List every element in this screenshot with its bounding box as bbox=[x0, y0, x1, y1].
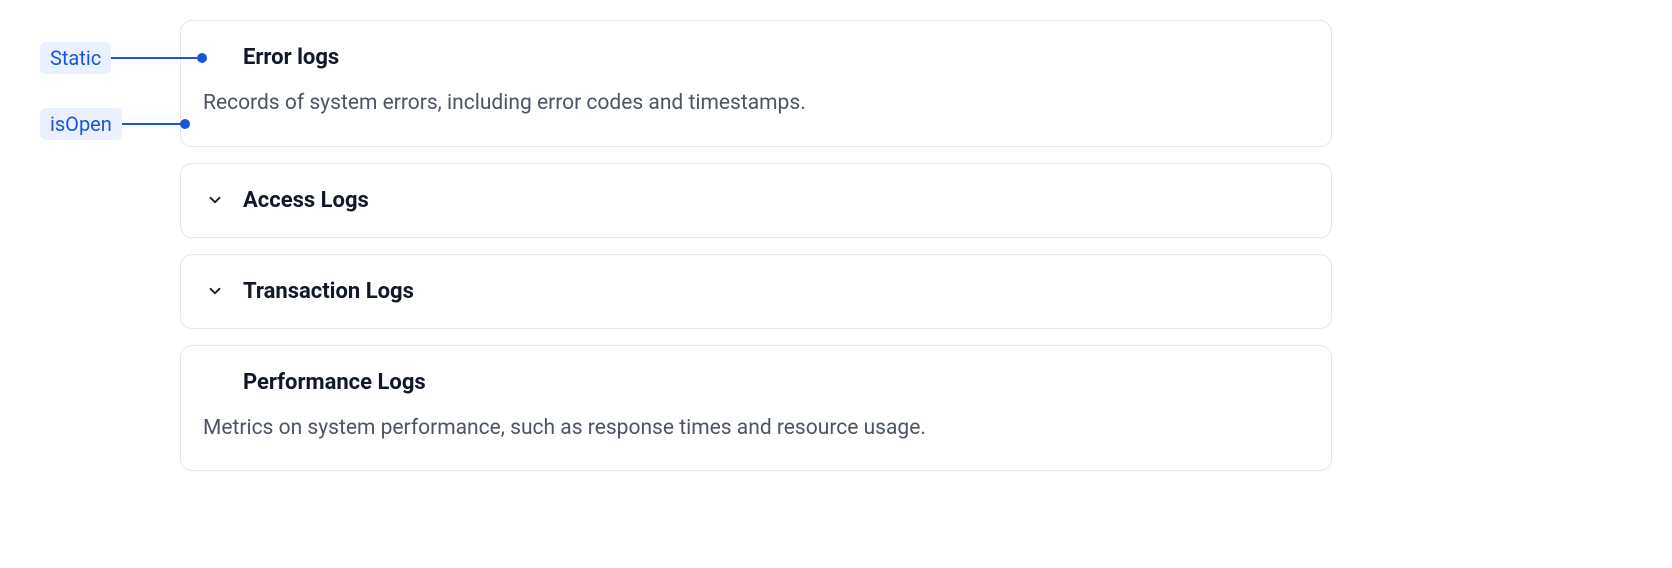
accordion-panel-performance-logs: Performance Logs Metrics on system perfo… bbox=[180, 345, 1332, 472]
annotation-isopen-label: isOpen bbox=[40, 108, 122, 140]
accordion-header-performance-logs[interactable]: Performance Logs bbox=[181, 346, 1331, 395]
accordion-title: Error logs bbox=[243, 45, 339, 70]
accordion-panel-transaction-logs: Transaction Logs bbox=[180, 254, 1332, 329]
accordion-title: Access Logs bbox=[243, 188, 369, 213]
chevron-down-icon bbox=[203, 188, 227, 212]
annotation-static-line bbox=[111, 57, 207, 59]
annotation-static-label: Static bbox=[40, 42, 111, 74]
accordion-header-access-logs[interactable]: Access Logs bbox=[181, 164, 1331, 237]
accordion-header-error-logs[interactable]: Error logs bbox=[181, 21, 1331, 70]
accordion-panel-error-logs: Error logs Records of system errors, inc… bbox=[180, 20, 1332, 147]
accordion-body-performance-logs: Metrics on system performance, such as r… bbox=[181, 395, 1331, 471]
accordion-panel-access-logs: Access Logs bbox=[180, 163, 1332, 238]
annotation-isopen: isOpen bbox=[40, 108, 190, 140]
chevron-down-icon bbox=[203, 279, 227, 303]
accordion-header-transaction-logs[interactable]: Transaction Logs bbox=[181, 255, 1331, 328]
accordion-title: Performance Logs bbox=[243, 370, 426, 395]
accordion-title: Transaction Logs bbox=[243, 279, 414, 304]
chevron-spacer bbox=[203, 370, 227, 394]
accordion-body-error-logs: Records of system errors, including erro… bbox=[181, 70, 1331, 146]
annotation-static: Static bbox=[40, 42, 207, 74]
annotation-isopen-line bbox=[122, 123, 190, 125]
